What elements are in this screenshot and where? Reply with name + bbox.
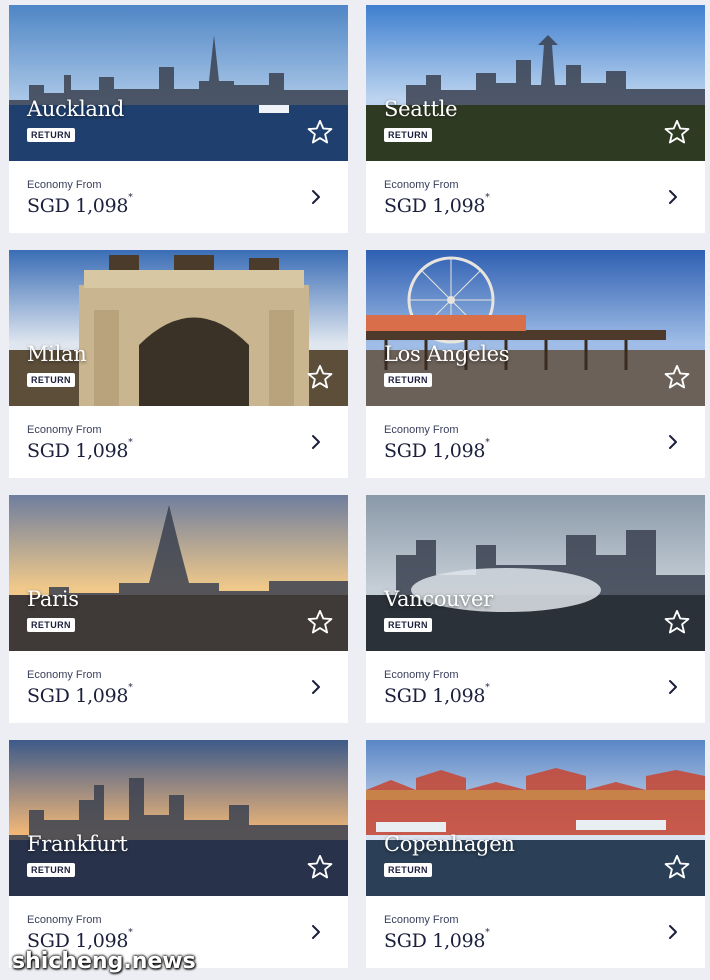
- star-outline-icon[interactable]: [663, 608, 691, 636]
- fare-label: Economy From: [27, 179, 102, 191]
- star-outline-icon[interactable]: [306, 118, 334, 146]
- destination-card[interactable]: Seattle RETURN Economy From SGD 1,098*: [366, 5, 705, 233]
- destination-card[interactable]: Paris RETURN Economy From SGD 1,098*: [9, 495, 348, 723]
- currency-code: SGD: [384, 195, 427, 217]
- chevron-right-icon[interactable]: [310, 434, 322, 450]
- fare-label: Economy From: [27, 914, 102, 926]
- destination-photo: Copenhagen RETURN: [366, 740, 705, 896]
- destination-photo: Milan RETURN: [9, 250, 348, 406]
- star-outline-icon[interactable]: [306, 853, 334, 881]
- fare-info: Economy From SGD 1,098*: [366, 406, 705, 478]
- price-amount: 1,098: [432, 195, 486, 217]
- destination-photo: Vancouver RETURN: [366, 495, 705, 651]
- chevron-right-icon[interactable]: [310, 679, 322, 695]
- fare-label: Economy From: [27, 424, 102, 436]
- destination-photo: Auckland RETURN: [9, 5, 348, 161]
- destination-card[interactable]: Vancouver RETURN Economy From SGD 1,098*: [366, 495, 705, 723]
- currency-code: SGD: [27, 195, 70, 217]
- price-footnote-mark: *: [128, 683, 133, 693]
- fare-price: SGD 1,098*: [27, 683, 330, 707]
- currency-code: SGD: [384, 685, 427, 707]
- fare-price: SGD 1,098*: [384, 683, 687, 707]
- chevron-right-icon[interactable]: [667, 924, 679, 940]
- destination-card[interactable]: Auckland RETURN Economy From SGD 1,098*: [9, 5, 348, 233]
- destination-grid: Auckland RETURN Economy From SGD 1,098* Sea…: [9, 5, 705, 968]
- chevron-right-icon[interactable]: [310, 189, 322, 205]
- fare-info: Economy From SGD 1,098*: [9, 161, 348, 233]
- price-amount: 1,098: [75, 685, 129, 707]
- fare-label: Economy From: [27, 669, 102, 681]
- fare-info: Economy From SGD 1,098*: [366, 651, 705, 723]
- price-footnote-mark: *: [485, 193, 490, 203]
- trip-type-badge: RETURN: [384, 128, 432, 142]
- trip-type-badge: RETURN: [27, 863, 75, 877]
- destination-photo: Los Angeles RETURN: [366, 250, 705, 406]
- star-outline-icon[interactable]: [306, 608, 334, 636]
- fare-info: Economy From SGD 1,098*: [9, 651, 348, 723]
- currency-code: SGD: [384, 440, 427, 462]
- price-footnote-mark: *: [485, 928, 490, 938]
- city-name: Vancouver: [384, 587, 493, 611]
- trip-type-badge: RETURN: [384, 618, 432, 632]
- chevron-right-icon[interactable]: [667, 679, 679, 695]
- city-name: Frankfurt: [27, 832, 128, 856]
- currency-code: SGD: [384, 930, 427, 952]
- price-footnote-mark: *: [128, 928, 133, 938]
- price-amount: 1,098: [432, 685, 486, 707]
- star-outline-icon[interactable]: [663, 118, 691, 146]
- price-footnote-mark: *: [128, 438, 133, 448]
- star-outline-icon[interactable]: [663, 363, 691, 391]
- price-amount: 1,098: [75, 195, 129, 217]
- fare-price: SGD 1,098*: [384, 438, 687, 462]
- fare-label: Economy From: [384, 179, 459, 191]
- city-name: Paris: [27, 587, 79, 611]
- currency-code: SGD: [27, 440, 70, 462]
- currency-code: SGD: [27, 685, 70, 707]
- chevron-right-icon[interactable]: [667, 434, 679, 450]
- destination-card[interactable]: Frankfurt RETURN Economy From SGD 1,098*: [9, 740, 348, 968]
- destination-card[interactable]: Milan RETURN Economy From SGD 1,098*: [9, 250, 348, 478]
- trip-type-badge: RETURN: [384, 373, 432, 387]
- fare-price: SGD 1,098*: [27, 193, 330, 217]
- city-name: Los Angeles: [384, 342, 510, 366]
- fare-label: Economy From: [384, 914, 459, 926]
- fare-price: SGD 1,098*: [384, 193, 687, 217]
- destination-photo: Seattle RETURN: [366, 5, 705, 161]
- trip-type-badge: RETURN: [27, 373, 75, 387]
- price-amount: 1,098: [432, 440, 486, 462]
- trip-type-badge: RETURN: [27, 128, 75, 142]
- fare-info: Economy From SGD 1,098*: [366, 896, 705, 968]
- fare-info: Economy From SGD 1,098*: [9, 406, 348, 478]
- star-outline-icon[interactable]: [663, 853, 691, 881]
- fare-price: SGD 1,098*: [27, 438, 330, 462]
- chevron-right-icon[interactable]: [310, 924, 322, 940]
- city-name: Seattle: [384, 97, 458, 121]
- fare-label: Economy From: [384, 424, 459, 436]
- destination-photo: Frankfurt RETURN: [9, 740, 348, 896]
- trip-type-badge: RETURN: [384, 863, 432, 877]
- trip-type-badge: RETURN: [27, 618, 75, 632]
- price-amount: 1,098: [432, 930, 486, 952]
- fare-price: SGD 1,098*: [384, 928, 687, 952]
- fare-info: Economy From SGD 1,098*: [366, 161, 705, 233]
- city-name: Auckland: [27, 97, 124, 121]
- fare-label: Economy From: [384, 669, 459, 681]
- destination-card[interactable]: Copenhagen RETURN Economy From SGD 1,098*: [366, 740, 705, 968]
- city-name: Milan: [27, 342, 87, 366]
- watermark: shicheng.news: [12, 949, 196, 974]
- price-amount: 1,098: [75, 440, 129, 462]
- chevron-right-icon[interactable]: [667, 189, 679, 205]
- destination-card[interactable]: Los Angeles RETURN Economy From SGD 1,098*: [366, 250, 705, 478]
- price-footnote-mark: *: [485, 438, 490, 448]
- price-footnote-mark: *: [485, 683, 490, 693]
- destination-photo: Paris RETURN: [9, 495, 348, 651]
- city-name: Copenhagen: [384, 832, 515, 856]
- price-footnote-mark: *: [128, 193, 133, 203]
- star-outline-icon[interactable]: [306, 363, 334, 391]
